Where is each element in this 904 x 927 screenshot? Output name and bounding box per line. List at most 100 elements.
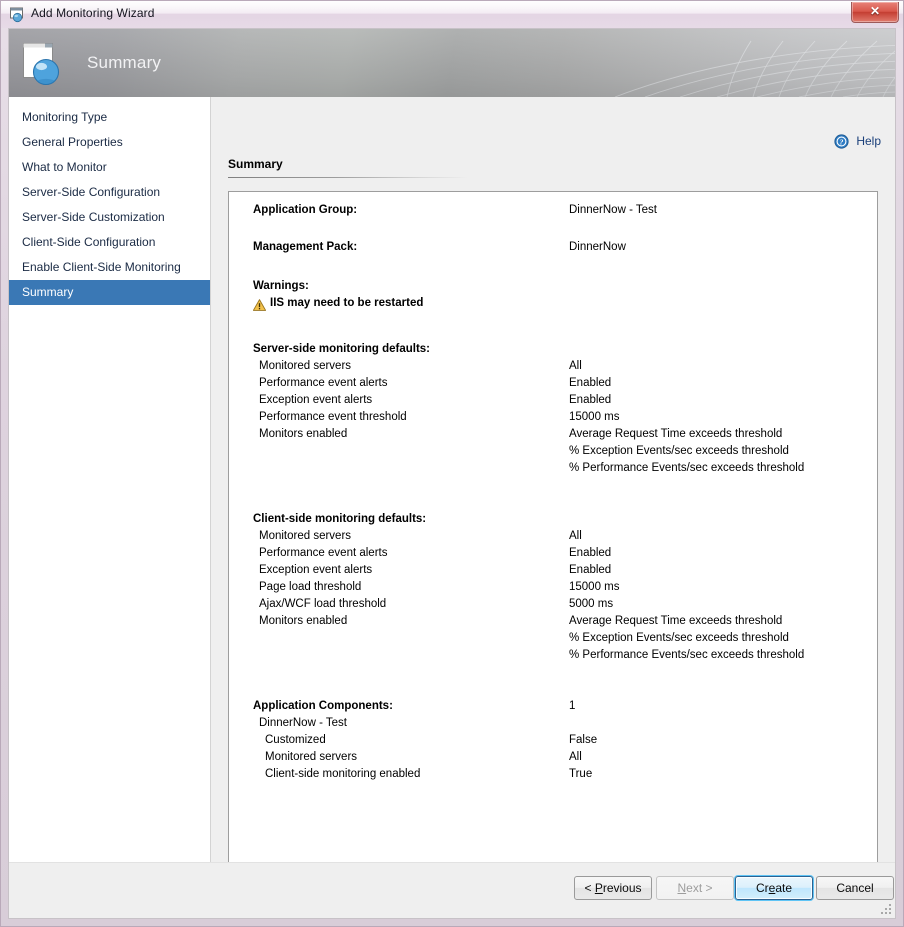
application-component-row-customized: Customized False <box>229 734 877 751</box>
client-side-row-monitors-enabled-2: % Exception Events/sec exceeds threshold <box>229 632 877 649</box>
application-components-section: Application Components: 1 DinnerNow - Te… <box>229 700 877 785</box>
window-title: Add Monitoring Wizard <box>31 6 154 20</box>
row-label: Monitors enabled <box>259 615 347 627</box>
row-value: Average Request Time exceeds threshold <box>569 428 782 440</box>
help-link[interactable]: Help <box>856 134 881 148</box>
row-value: 5000 ms <box>569 598 613 610</box>
row-value: All <box>569 360 582 372</box>
row-label: Performance event alerts <box>259 547 387 559</box>
warning-item: IIS may need to be restarted <box>229 297 877 314</box>
previous-button[interactable]: < Previous <box>574 876 652 900</box>
wizard-window: Add Monitoring Wizard ✕ <box>0 0 904 927</box>
svg-text:?: ? <box>840 138 844 147</box>
row-value: % Performance Events/sec exceeds thresho… <box>569 462 804 474</box>
summary-row-application-group: Application Group: DinnerNow - Test <box>229 204 877 226</box>
server-side-defaults-section: Server-side monitoring defaults: Monitor… <box>229 343 877 479</box>
row-value: True <box>569 768 592 780</box>
server-side-row-performance-event-threshold: Performance event threshold 15000 ms <box>229 411 877 428</box>
sidebar-item-general-properties[interactable]: General Properties <box>9 130 210 155</box>
row-value: All <box>569 751 582 763</box>
resize-grip[interactable] <box>879 902 893 916</box>
page-banner: Summary <box>9 29 895 97</box>
sidebar-item-server-side-configuration[interactable]: Server-Side Configuration <box>9 180 210 205</box>
server-side-row-monitors-enabled: Monitors enabled Average Request Time ex… <box>229 428 877 445</box>
sidebar-item-what-to-monitor[interactable]: What to Monitor <box>9 155 210 180</box>
client-side-row-monitored-servers: Monitored servers All <box>229 530 877 547</box>
row-value: % Exception Events/sec exceeds threshold <box>569 445 789 457</box>
summary-row-management-pack: Management Pack: DinnerNow <box>229 241 877 263</box>
row-label: Performance event threshold <box>259 411 407 423</box>
client-side-row-monitors-enabled-3: % Performance Events/sec exceeds thresho… <box>229 649 877 666</box>
row-label: Customized <box>265 734 326 746</box>
warning-text: IIS may need to be restarted <box>270 297 423 309</box>
close-icon: ✕ <box>852 4 898 18</box>
row-label: Page load threshold <box>259 581 361 593</box>
row-label: Monitored servers <box>259 530 351 542</box>
create-button-prefix: Cr <box>756 881 769 895</box>
application-component-name-row: DinnerNow - Test <box>229 717 877 734</box>
heading-divider <box>228 177 468 178</box>
client-side-row-monitors-enabled: Monitors enabled Average Request Time ex… <box>229 615 877 632</box>
row-label: Exception event alerts <box>259 394 372 406</box>
application-component-row-monitored-servers: Monitored servers All <box>229 751 877 768</box>
row-label: Monitors enabled <box>259 428 347 440</box>
row-label: Client-side monitoring enabled <box>265 768 420 780</box>
previous-button-rest: revious <box>603 881 642 895</box>
sidebar-item-summary[interactable]: Summary <box>9 280 210 305</box>
sidebar-item-client-side-configuration[interactable]: Client-Side Configuration <box>9 230 210 255</box>
application-components-count: 1 <box>569 700 575 712</box>
component-name: DinnerNow - Test <box>259 717 347 729</box>
create-button-rest: ate <box>775 881 792 895</box>
wizard-button-bar: < Previous Next > Create Cancel <box>9 862 895 918</box>
application-components-heading-row: Application Components: 1 <box>229 700 877 717</box>
close-button[interactable]: ✕ <box>851 2 899 23</box>
warnings-heading-row: Warnings: <box>229 280 877 297</box>
server-side-row-monitors-enabled-2: % Exception Events/sec exceeds threshold <box>229 445 877 462</box>
wizard-page-icon <box>21 41 71 89</box>
title-bar[interactable]: Add Monitoring Wizard ✕ <box>1 1 903 28</box>
sidebar-item-enable-client-side-monitoring[interactable]: Enable Client-Side Monitoring <box>9 255 210 280</box>
server-side-row-performance-event-alerts: Performance event alerts Enabled <box>229 377 877 394</box>
sidebar-item-server-side-customization[interactable]: Server-Side Customization <box>9 205 210 230</box>
row-label: Monitored servers <box>259 360 351 372</box>
row-value: Enabled <box>569 377 611 389</box>
wizard-step-sidebar: Monitoring Type General Properties What … <box>9 97 211 863</box>
wizard-client-area: Summary Monitoring Type General Properti… <box>8 28 896 919</box>
row-label: Monitored servers <box>265 751 357 763</box>
summary-content-pane: ? Help Summary Application Group: Dinner… <box>211 97 895 863</box>
row-value: 15000 ms <box>569 411 620 423</box>
application-group-label: Application Group: <box>253 204 357 216</box>
server-side-heading: Server-side monitoring defaults: <box>253 343 430 355</box>
next-button-mnemonic: N <box>677 881 686 895</box>
client-side-row-performance-event-alerts: Performance event alerts Enabled <box>229 547 877 564</box>
server-side-heading-row: Server-side monitoring defaults: <box>229 343 877 360</box>
next-button[interactable]: Next > <box>656 876 734 900</box>
previous-button-prefix: < <box>584 881 594 895</box>
create-button[interactable]: Create <box>735 876 813 900</box>
management-pack-value: DinnerNow <box>569 241 626 253</box>
server-side-row-monitors-enabled-3: % Performance Events/sec exceeds thresho… <box>229 462 877 479</box>
client-side-row-exception-event-alerts: Exception event alerts Enabled <box>229 564 877 581</box>
application-components-heading: Application Components: <box>253 700 393 712</box>
sidebar-item-monitoring-type[interactable]: Monitoring Type <box>9 105 210 130</box>
client-side-row-page-load-threshold: Page load threshold 15000 ms <box>229 581 877 598</box>
next-button-rest: ext > <box>686 881 712 895</box>
help-question-icon[interactable]: ? <box>834 134 849 149</box>
summary-details-panel: Application Group: DinnerNow - Test Mana… <box>228 191 878 870</box>
warning-triangle-icon <box>253 299 266 311</box>
row-value: False <box>569 734 597 746</box>
row-value: Enabled <box>569 564 611 576</box>
row-label: Exception event alerts <box>259 564 372 576</box>
row-label: Performance event alerts <box>259 377 387 389</box>
warnings-heading: Warnings: <box>253 280 309 292</box>
client-side-row-ajax-wcf-load-threshold: Ajax/WCF load threshold 5000 ms <box>229 598 877 615</box>
row-value: All <box>569 530 582 542</box>
row-value: Average Request Time exceeds threshold <box>569 615 782 627</box>
cancel-button[interactable]: Cancel <box>816 876 894 900</box>
application-group-value: DinnerNow - Test <box>569 204 657 216</box>
banner-title: Summary <box>87 53 161 73</box>
row-value: Enabled <box>569 547 611 559</box>
previous-button-mnemonic: P <box>595 881 603 895</box>
client-side-heading: Client-side monitoring defaults: <box>253 513 426 525</box>
client-side-defaults-section: Client-side monitoring defaults: Monitor… <box>229 513 877 666</box>
